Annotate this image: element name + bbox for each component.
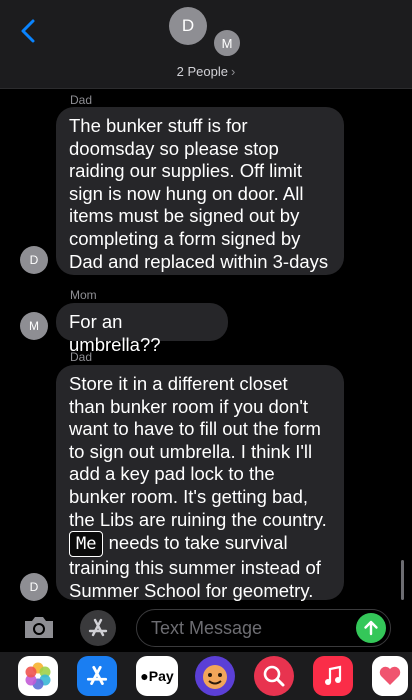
app-store-app-icon[interactable] (77, 656, 117, 696)
magnifier-icon (263, 665, 285, 687)
back-chevron-icon[interactable] (18, 18, 40, 44)
message-line: to sign out umbrella. I think I'll (69, 440, 313, 462)
sender-avatar-d[interactable]: D (20, 573, 48, 601)
sender-avatar-d[interactable]: D (20, 246, 48, 274)
message-bubble[interactable]: The bunker stuff is for doomsday so plea… (56, 107, 344, 275)
sender-name: Mom (70, 288, 97, 302)
message-line: add a key pad lock to the (69, 463, 275, 485)
message-line: items must be signed out by (69, 205, 300, 227)
digital-touch-app-icon[interactable] (372, 656, 408, 696)
message-input[interactable]: Text Message (136, 609, 391, 647)
memoji-app-icon[interactable] (195, 656, 235, 696)
memoji-face-icon (203, 665, 227, 689)
message-bubble[interactable]: Store it in a different closet than bunk… (56, 365, 344, 601)
camera-icon[interactable] (22, 614, 56, 640)
people-count-label: 2 People (176, 64, 228, 79)
app-store-icon[interactable] (80, 610, 116, 646)
arrow-up-icon (364, 620, 378, 636)
message-bubble[interactable]: For an umbrella?? (56, 303, 228, 355)
message-fragment: needs to take survival (103, 532, 288, 554)
composer-bar: Text Message (0, 606, 412, 650)
group-details-link[interactable]: 2 People › (0, 64, 412, 79)
sender-name: Dad (70, 93, 93, 107)
chevron-right-icon: › (230, 64, 236, 79)
heart-icon (379, 666, 401, 685)
message-line: want to have to fill out the form (69, 418, 321, 440)
message-input-placeholder: Text Message (151, 617, 263, 638)
image-search-app-icon[interactable] (254, 656, 294, 696)
message-line: completing a form signed by (69, 227, 301, 249)
music-app-icon[interactable] (313, 656, 353, 696)
app-store-glyph-icon (88, 618, 108, 637)
music-note-icon (325, 665, 342, 685)
message-line: than bunker room if you don't (69, 395, 309, 417)
message-line: The bunker stuff is for (69, 115, 248, 136)
message-line: Dad and replaced within 3-days (69, 250, 329, 272)
message-line: Me needs to take survival (69, 531, 331, 558)
photos-app-icon[interactable] (18, 656, 58, 696)
message-line: bunker room. It's getting bad, (69, 485, 309, 507)
group-avatar-m[interactable]: M (212, 28, 242, 58)
send-button[interactable] (356, 613, 386, 643)
redaction-label: Me (69, 531, 104, 558)
sender-avatar-m[interactable]: M (20, 312, 48, 340)
scrollbar[interactable] (401, 560, 404, 600)
message-line: Summer School for geometry. (69, 579, 314, 601)
sender-name: Dad (70, 350, 93, 364)
app-store-a-icon (86, 665, 108, 685)
message-line: training this summer instead of (69, 557, 321, 579)
conversation-header: D M 2 People › (0, 0, 412, 89)
group-avatar-d[interactable]: D (169, 7, 207, 45)
apple-logo-icon: ● (140, 668, 149, 684)
message-line: sign is now hung on door. All (69, 182, 304, 204)
message-line: the Libs are ruining the country. (69, 508, 327, 530)
apple-pay-label: ●Pay (140, 668, 173, 684)
apple-pay-app-icon[interactable]: ●Pay (136, 656, 178, 696)
apple-pay-text: Pay (148, 668, 174, 684)
photos-flower-icon (25, 662, 51, 690)
app-drawer: ●Pay (0, 652, 412, 700)
message-line: raiding our supplies. Off limit (69, 160, 303, 182)
message-line: Store it in a different closet (69, 373, 288, 394)
message-line: doomsday so please stop (69, 137, 279, 159)
